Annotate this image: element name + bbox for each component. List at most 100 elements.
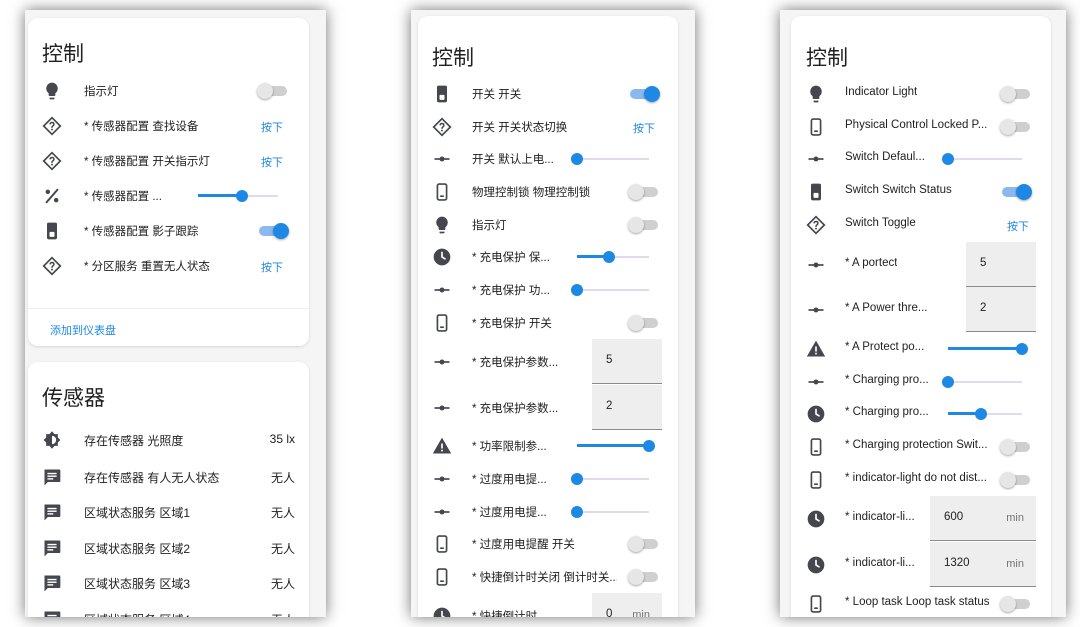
toggle-switch[interactable] xyxy=(257,223,289,239)
number-value: 2 xyxy=(980,302,987,314)
sensor-label: 存在传感器 有人无人状态 xyxy=(84,471,220,485)
dashboard-panel-middle: 控制 开关 开关 开关 开关状态切换 按下 开关 默认上电... 物理控制锁 物理控制锁… xyxy=(411,10,695,617)
value-slider[interactable] xyxy=(571,284,649,296)
control-row: Indicator Light xyxy=(791,82,1051,106)
sensor-card: 传感器 存在传感器 光照度 35 lx 存在传感器 有人无人状态 无人 区域状态服务 区… xyxy=(28,362,309,617)
row-label: * 充电保护 开关 xyxy=(472,318,552,330)
sensor-value: 35 lx xyxy=(269,432,295,446)
phone-lock-icon xyxy=(806,594,826,614)
sensor-row[interactable]: 区域状态服务 区域4 无人 xyxy=(28,607,309,617)
control-row: * indicator-li... 600 min xyxy=(791,496,1051,542)
value-slider[interactable] xyxy=(942,153,1022,165)
row-label: * 功率限制参... xyxy=(472,441,547,453)
number-input[interactable]: 5 xyxy=(966,242,1036,287)
toggle-switch[interactable] xyxy=(1000,596,1032,612)
control-row: * 传感器配置 查找设备 按下 xyxy=(28,114,309,138)
number-value: 5 xyxy=(606,354,613,366)
row-label: Switch Defaul... xyxy=(845,151,925,163)
dots-horizontal-icon xyxy=(806,149,826,169)
value-slider[interactable] xyxy=(571,506,649,518)
number-value: 0 xyxy=(606,608,613,617)
row-label: * A Power thre... xyxy=(845,302,928,314)
sensor-row[interactable]: 存在传感器 光照度 35 lx xyxy=(28,428,309,452)
press-button[interactable]: 按下 xyxy=(1007,218,1029,234)
control-row: * 功率限制参... xyxy=(418,434,678,458)
value-slider[interactable] xyxy=(198,190,278,202)
value-slider[interactable] xyxy=(577,251,649,263)
toggle-switch[interactable] xyxy=(1000,119,1032,135)
row-label: * 传感器配置 ... xyxy=(84,191,162,203)
toggle-switch[interactable] xyxy=(628,569,660,585)
number-input[interactable]: 1320 min xyxy=(930,542,1036,587)
help-rhombus-icon xyxy=(806,215,826,235)
row-label: * indicator-light do not dist... xyxy=(845,472,987,484)
toggle-switch[interactable] xyxy=(628,86,660,102)
clock-icon xyxy=(806,509,826,529)
row-label: 开关 开关 xyxy=(472,89,522,101)
value-slider[interactable] xyxy=(948,343,1028,355)
alert-icon xyxy=(806,339,826,359)
add-to-dashboard-link[interactable]: 添加到仪表盘 xyxy=(50,322,116,338)
dots-horizontal-icon xyxy=(806,255,826,275)
press-button[interactable]: 按下 xyxy=(261,259,283,275)
dots-horizontal-icon xyxy=(432,352,452,372)
row-label: 指示灯 xyxy=(84,86,119,98)
toggle-switch[interactable] xyxy=(1000,184,1032,200)
control-row: * 传感器配置 开关指示灯 按下 xyxy=(28,149,309,173)
dots-horizontal-icon xyxy=(432,469,452,489)
sensor-label: 区域状态服务 区域2 xyxy=(84,542,191,556)
help-rhombus-icon xyxy=(432,117,452,137)
toggle-switch[interactable] xyxy=(628,536,660,552)
press-button[interactable]: 按下 xyxy=(261,154,283,170)
message-icon xyxy=(42,502,62,522)
toggle-switch[interactable] xyxy=(1000,439,1032,455)
value-slider[interactable] xyxy=(942,376,1022,388)
number-unit: min xyxy=(632,609,650,617)
value-slider[interactable] xyxy=(948,408,1022,420)
value-slider[interactable] xyxy=(571,153,649,165)
clock-icon xyxy=(432,606,452,617)
row-label: * 充电保护参数... xyxy=(472,357,559,369)
dots-horizontal-icon xyxy=(432,398,452,418)
press-button[interactable]: 按下 xyxy=(633,120,655,136)
sensor-row[interactable]: 区域状态服务 区域3 无人 xyxy=(28,571,309,595)
value-slider[interactable] xyxy=(571,473,649,485)
press-button[interactable]: 按下 xyxy=(261,119,283,135)
clock-icon xyxy=(432,247,452,267)
toggle-switch[interactable] xyxy=(628,217,660,233)
row-label: * A portect xyxy=(845,257,898,269)
control-row: Switch Toggle 按下 xyxy=(791,213,1051,237)
number-input[interactable]: 0 min xyxy=(592,593,662,617)
toggle-switch[interactable] xyxy=(628,184,660,200)
control-row: * 充电保护 开关 xyxy=(418,311,678,335)
control-row: * indicator-li... 1320 min xyxy=(791,542,1051,588)
row-label: * Charging pro... xyxy=(845,374,929,386)
number-input[interactable]: 600 min xyxy=(930,496,1036,541)
control-row: * 充电保护参数... 5 xyxy=(418,339,678,385)
control-row: Switch Defaul... xyxy=(791,147,1051,171)
number-input[interactable]: 5 xyxy=(592,339,662,384)
row-label: * 传感器配置 影子跟踪 xyxy=(84,226,199,238)
number-input[interactable]: 2 xyxy=(966,287,1036,332)
number-input[interactable]: 2 xyxy=(592,385,662,430)
sensor-row[interactable]: 区域状态服务 区域1 无人 xyxy=(28,500,309,524)
dots-horizontal-icon xyxy=(432,502,452,522)
sensor-value: 无人 xyxy=(271,611,295,617)
toggle-switch[interactable] xyxy=(1000,472,1032,488)
sensor-row[interactable]: 区域状态服务 区域2 无人 xyxy=(28,536,309,560)
control-row: * A Power thre... 2 xyxy=(791,287,1051,333)
toggle-switch[interactable] xyxy=(257,83,289,99)
row-label: Physical Control Locked P... xyxy=(845,119,988,131)
control-row: * 过度用电提... xyxy=(418,467,678,491)
row-label: 指示灯 xyxy=(472,220,507,232)
row-label: 物理控制锁 物理控制锁 xyxy=(472,187,591,199)
sensor-label: 存在传感器 光照度 xyxy=(84,434,184,448)
sensor-row[interactable]: 存在传感器 有人无人状态 无人 xyxy=(28,465,309,489)
value-slider[interactable] xyxy=(577,440,655,452)
control-card: 控制 指示灯 * 传感器配置 查找设备 按下 * 传感器配置 开关指示灯 按下 * 传感器… xyxy=(28,18,309,346)
toggle-switch[interactable] xyxy=(1000,86,1032,102)
control-row: 指示灯 xyxy=(28,79,309,103)
dots-horizontal-icon xyxy=(432,280,452,300)
help-rhombus-icon xyxy=(42,116,62,136)
toggle-switch[interactable] xyxy=(628,315,660,331)
